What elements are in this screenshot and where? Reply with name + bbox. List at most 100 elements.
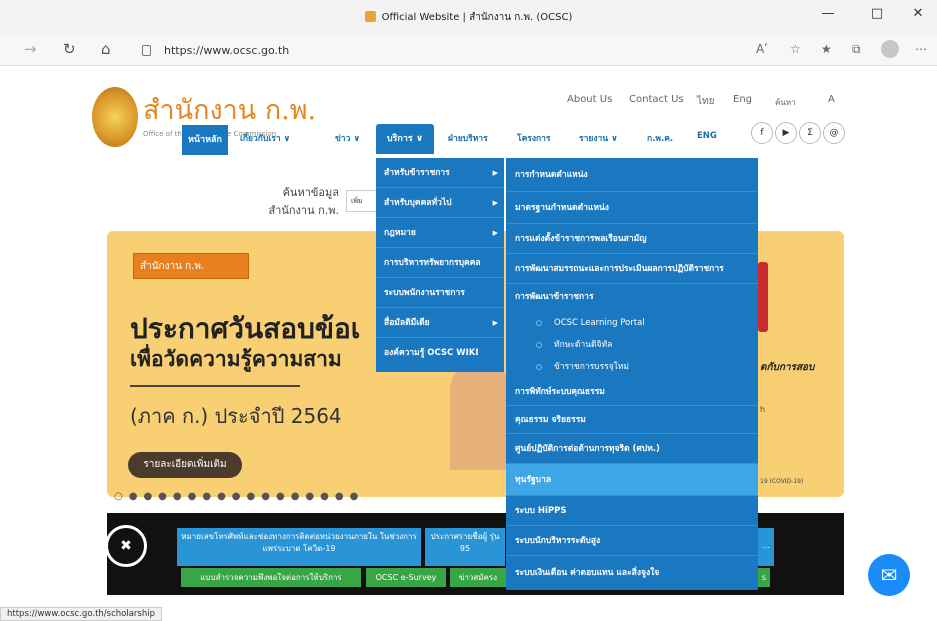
contact-us-link[interactable]: Contact Us <box>629 94 684 105</box>
menu-reports[interactable]: รายงาน ∨ <box>579 131 618 145</box>
menu-projects[interactable]: โครงการ <box>517 131 550 145</box>
services-item-label: สำหรับข้าราชการ <box>384 168 450 178</box>
esurvey-button[interactable]: OCSC e-Survey <box>366 568 446 587</box>
menu-management[interactable]: ฝ่ายบริหาร <box>448 131 488 145</box>
collections-icon[interactable]: ⧉ <box>852 42 861 57</box>
banner-side-text: ดกับการสอบ <box>760 362 815 373</box>
chevron-right-icon: ▶ <box>492 229 498 237</box>
civil-servants-submenu: การกำหนดตำแหน่ง มาตรฐานกำหนดตำแหน่ง การแ… <box>506 158 758 590</box>
banner-year: (ภาค ก.) ประจำปี 2564 <box>130 404 342 428</box>
services-item-law[interactable]: กฎหมาย ▶ <box>376 218 504 248</box>
more-button[interactable]: ... <box>758 528 774 566</box>
font-size-link[interactable]: A <box>828 94 835 105</box>
rss-icon[interactable]: Σ <box>799 122 821 144</box>
favorite-add-icon[interactable]: ☆ <box>790 42 801 56</box>
facebook-icon[interactable]: f <box>751 122 773 144</box>
read-aloud-icon[interactable]: Aʹ <box>756 42 768 56</box>
ocsc-seal-logo <box>92 87 138 147</box>
window-title-text: Official Website | สำนักงาน ก.พ. (OCSC) <box>381 12 573 23</box>
menu-about[interactable]: เกี่ยวกับเรา ∨ <box>240 131 290 145</box>
anti-covid-logo: ✖ <box>105 525 147 567</box>
menu-home[interactable]: หน้าหลัก <box>182 125 228 155</box>
email-icon[interactable]: @ <box>823 122 845 144</box>
submenu-subitem-label: OCSC Learning Portal <box>554 318 645 328</box>
services-dropdown: สำหรับข้าราชการ ▶ สำหรับบุคคลทั่วไป ▶ กฎหม… <box>376 158 504 372</box>
green-more-button[interactable]: s <box>758 568 770 587</box>
services-item-label: สำหรับบุคคลทั่วไป <box>384 198 452 208</box>
bullet-icon: ○ <box>536 363 543 371</box>
bullet-icon: ○ <box>536 341 543 349</box>
menu-news[interactable]: ข่าว ∨ <box>335 131 360 145</box>
services-item-civil-servants[interactable]: สำหรับข้าราชการ ▶ <box>376 158 504 188</box>
carousel-dots[interactable]: ○●●●●●●●●●●●●●●●● <box>114 491 364 502</box>
search-link[interactable]: ค้นหา <box>775 96 796 109</box>
job-news-button[interactable]: ข่าวสมัครง <box>450 568 506 587</box>
window-title: Official Website | สำนักงาน ก.พ. (OCSC) <box>0 10 937 25</box>
home-icon[interactable]: ⌂ <box>101 40 111 58</box>
chevron-right-icon: ▶ <box>492 199 498 207</box>
submenu-item-scholarship[interactable]: ทุนรัฐบาล <box>506 464 758 496</box>
thai-language-link[interactable]: ไทย <box>697 94 714 109</box>
english-language-link[interactable]: Eng <box>733 94 752 105</box>
banner-side-text-2: h <box>760 405 766 414</box>
banner-divider <box>130 385 300 387</box>
submenu-subitem-label: ข้าราชการบรรจุใหม่ <box>554 362 630 372</box>
banner-red-tag <box>758 262 768 332</box>
submenu-item[interactable]: ระบบ HiPPS <box>506 496 758 526</box>
announcement-button[interactable]: ประกาศรายชื่อผู้ รุ่น 95 <box>425 528 505 566</box>
more-options-icon[interactable]: ⋯ <box>915 42 927 56</box>
site-favicon-icon <box>364 11 376 22</box>
services-item-label: กฎหมาย <box>384 228 416 238</box>
banner-illustration <box>450 360 510 470</box>
services-item-label: การบริหารทรัพยากรบุคคล <box>384 258 481 268</box>
status-bar-url: https://www.ocsc.go.th/scholarship <box>0 607 162 621</box>
chevron-right-icon: ▶ <box>492 319 498 327</box>
submenu-item[interactable]: ระบบนักบริหารระดับสูง <box>506 526 758 556</box>
satisfaction-survey-button[interactable]: แบบสำรวจความพึงพอใจต่อการให้บริการ <box>181 568 361 587</box>
messenger-chat-icon[interactable]: ✉ <box>868 554 910 596</box>
menu-eng[interactable]: ENG <box>697 131 717 141</box>
menu-services[interactable]: บริการ ∨ <box>376 124 434 154</box>
submenu-item[interactable]: ศูนย์ปฏิบัติการต่อต้านการทุจริต (ศปท.) <box>506 434 758 464</box>
submenu-item[interactable]: มาตรฐานกำหนดตำแหน่ง <box>506 192 758 224</box>
services-item-gov-employees[interactable]: ระบบพนักงานราชการ <box>376 278 504 308</box>
covid-contacts-button[interactable]: หมายเลขโทรศัพท์และช่องทางการติดต่อหน่วยง… <box>177 528 421 566</box>
services-item-label: ระบบพนักงานราชการ <box>384 288 465 298</box>
submenu-item[interactable]: การพัฒนาสมรรถนะและการประเมินผลการปฏิบัติ… <box>506 254 758 284</box>
logo-title[interactable]: สำนักงาน ก.พ. <box>143 88 316 131</box>
submenu-item[interactable]: การพิทักษ์ระบบคุณธรรม <box>506 378 758 406</box>
more-details-button[interactable]: รายละเอียดเพิ่มเติม <box>128 452 242 478</box>
submenu-item[interactable]: ระบบเงินเดือน ค่าตอบแทน และสิ่งจูงใจ <box>506 556 758 590</box>
services-item-hr[interactable]: การบริหารทรัพยากรบุคคล <box>376 248 504 278</box>
submenu-subitem[interactable]: ○ ทักษะด้านดิจิทัล <box>506 334 758 356</box>
submenu-subitem[interactable]: ○ ข้าราชการบรรจุใหม่ <box>506 356 758 378</box>
forward-icon[interactable]: → <box>24 40 37 58</box>
submenu-item[interactable]: การแต่งตั้งข้าราชการพลเรือนสามัญ <box>506 224 758 254</box>
maximize-button[interactable]: □ <box>862 6 892 21</box>
submenu-subitem-label: ทักษะด้านดิจิทัล <box>554 340 613 350</box>
submenu-item[interactable]: การพัฒนาข้าราชการ <box>506 284 758 310</box>
banner-subheadline: เพื่อวัดความรู้ความสาม <box>130 347 342 371</box>
services-item-public[interactable]: สำหรับบุคคลทั่วไป ▶ <box>376 188 504 218</box>
bullet-icon: ○ <box>536 319 543 327</box>
profile-avatar[interactable] <box>881 40 899 58</box>
youtube-icon[interactable]: ▶ <box>775 122 797 144</box>
services-item-label: องค์ความรู้ OCSC WIKI <box>384 348 479 358</box>
submenu-item[interactable]: คุณธรรม จริยธรรม <box>506 406 758 434</box>
banner-side-text-3: 19 (COVID-19) <box>760 478 804 485</box>
services-item-wiki[interactable]: องค์ความรู้ OCSC WIKI <box>376 338 504 368</box>
minimize-button[interactable]: — <box>813 6 843 21</box>
services-item-multimedia[interactable]: สื่อมัลติมีเดีย ▶ <box>376 308 504 338</box>
menu-kpk[interactable]: ก.พ.ค. <box>647 131 673 145</box>
close-button[interactable]: ✕ <box>903 6 933 21</box>
submenu-item[interactable]: การกำหนดตำแหน่ง <box>506 158 758 192</box>
submenu-subitem[interactable]: ○ OCSC Learning Portal <box>506 312 758 334</box>
url-field[interactable]: https://www.ocsc.go.th <box>140 41 840 61</box>
chevron-right-icon: ▶ <box>492 169 498 177</box>
search-label: ค้นหาข้อมูล สำนักงาน ก.พ. <box>268 186 339 217</box>
refresh-icon[interactable]: ↻ <box>63 40 76 58</box>
about-us-link[interactable]: About Us <box>567 94 612 105</box>
favorites-icon[interactable]: ★ <box>821 42 832 56</box>
services-item-label: สื่อมัลติมีเดีย <box>384 318 430 328</box>
banner-logo: สำนักงาน ก.พ. <box>133 253 249 279</box>
